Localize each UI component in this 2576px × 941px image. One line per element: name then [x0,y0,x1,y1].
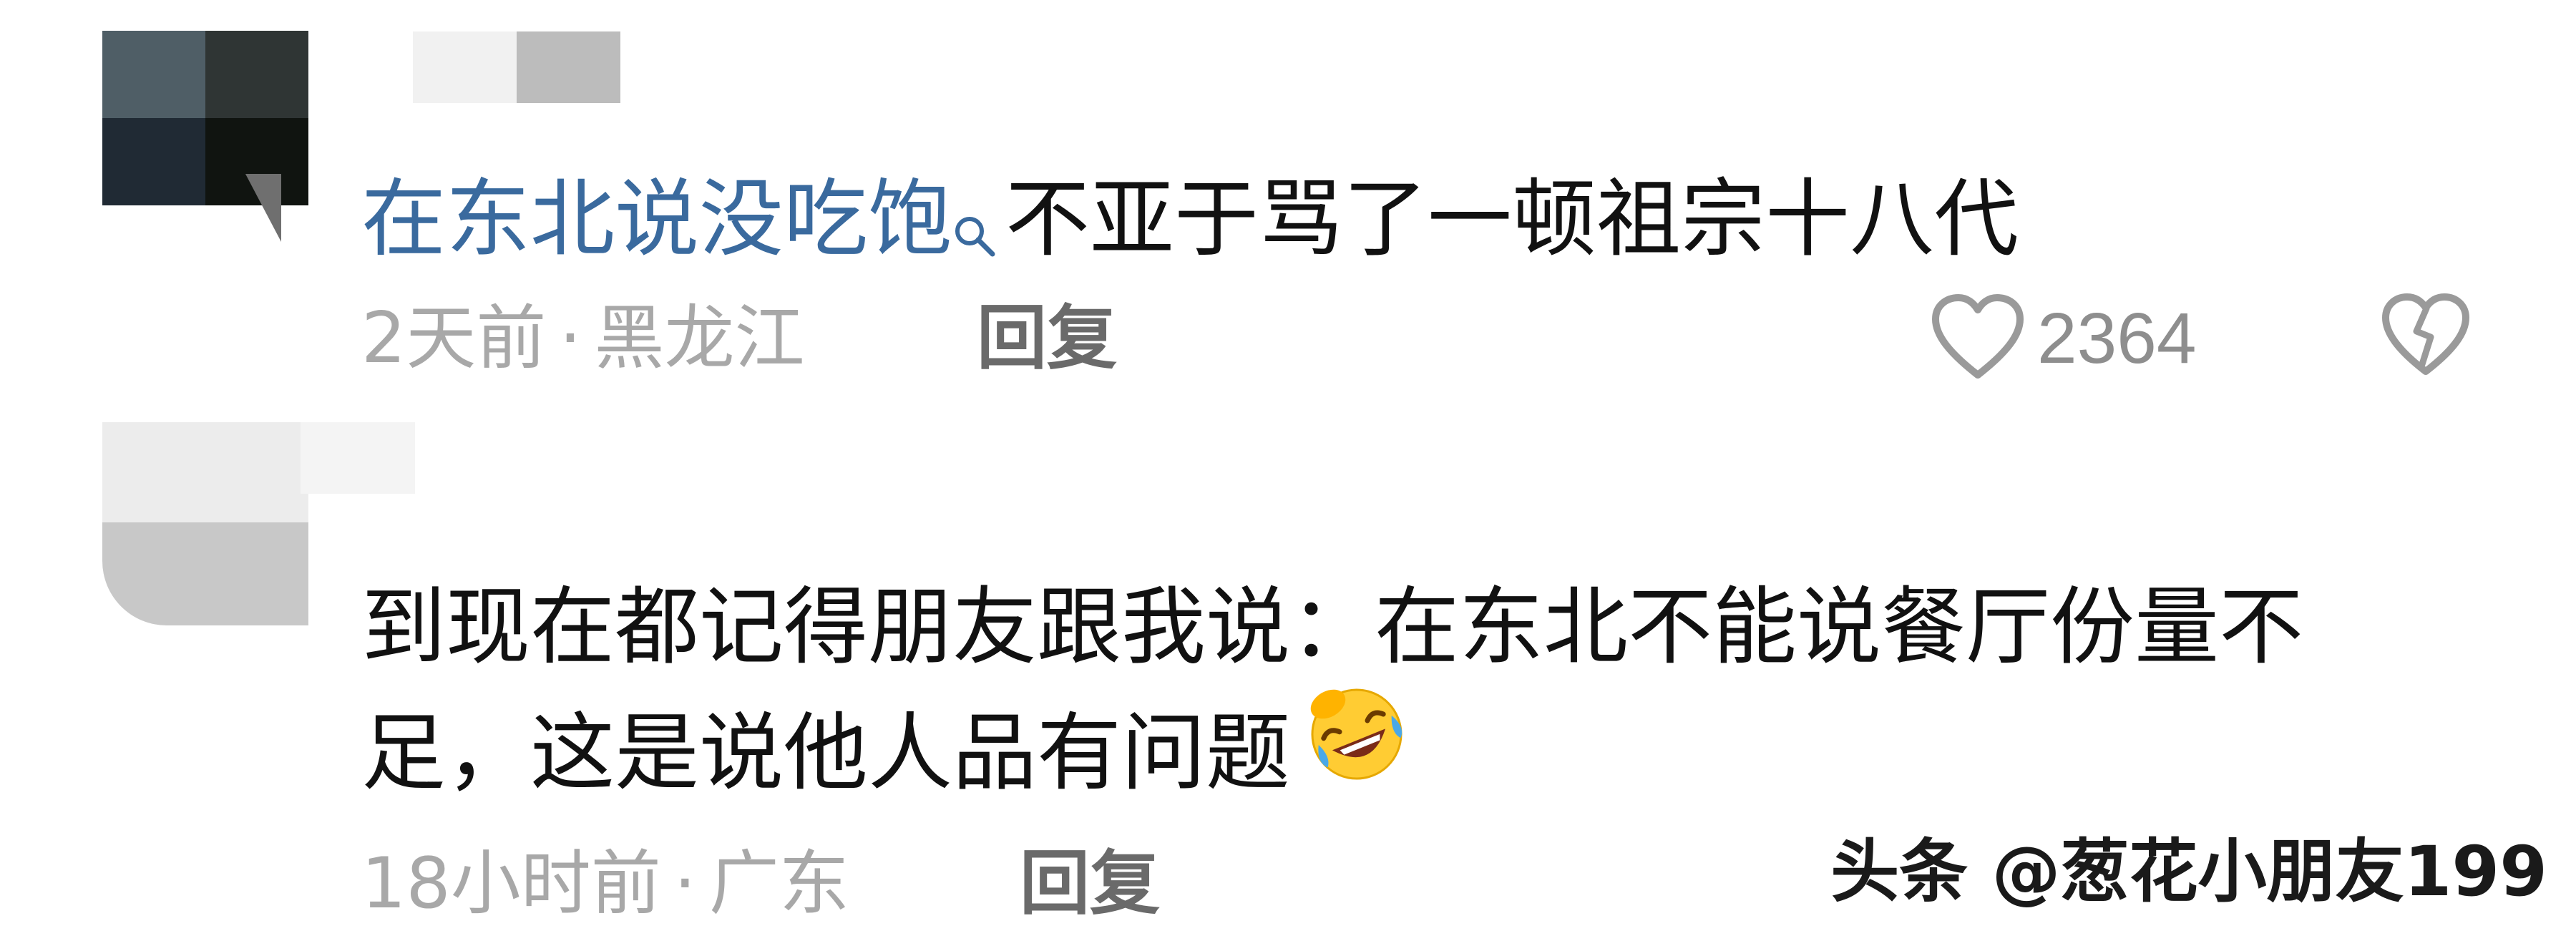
comment-body-line2-text: 足，这是说他人品有问题 [361,703,1291,802]
comment-location: 广东 [708,843,849,925]
meta-separator: · [673,843,696,925]
comment-text: 在东北说没吃饱 不亚于骂了一顿祖宗十八代 [361,156,2019,292]
comment-meta: 2天前 · 黑龙江 [361,296,805,381]
broken-heart-icon [2379,293,2472,383]
comment-time: 2天前 [361,298,547,379]
reply-button[interactable]: 回复 [977,296,1117,381]
rolling-laughing-emoji-icon [1296,683,1418,816]
username-redacted[interactable] [413,31,620,103]
avatar[interactable] [102,31,308,242]
comment-location: 黑龙江 [594,298,805,379]
comment-item: 在东北说没吃饱 不亚于骂了一顿祖宗十八代 2天前 · 黑龙江 回复 2364 [0,0,2576,401]
username-redacted[interactable] [301,422,415,494]
comment-meta: 18小时前 · 广东 [361,841,849,927]
like-button[interactable]: 2364 [1928,288,2196,389]
reply-button[interactable]: 回复 [1020,841,1160,927]
avatar[interactable] [102,422,308,625]
watermark: 头条 @葱花小朋友199 [1830,832,2547,912]
like-count: 2364 [2037,298,2197,379]
comment-body: 不亚于骂了一顿祖宗十八代 [1005,170,2019,268]
comment-body-line2: 足，这是说他人品有问题 [361,688,2303,816]
comment-text: 到现在都记得朋友跟我说：在东北不能说餐厅份量不 足，这是说他人品有问题 [361,564,2303,816]
comment-body-line1: 到现在都记得朋友跟我说：在东北不能说餐厅份量不 [361,577,2304,676]
heart-icon [1928,291,2027,386]
search-icon[interactable] [952,166,997,292]
meta-separator: · [559,298,582,379]
dislike-button[interactable] [2379,290,2472,383]
comment-time: 18小时前 [361,843,661,925]
keyword-link[interactable]: 在东北说没吃饱 [361,170,952,268]
